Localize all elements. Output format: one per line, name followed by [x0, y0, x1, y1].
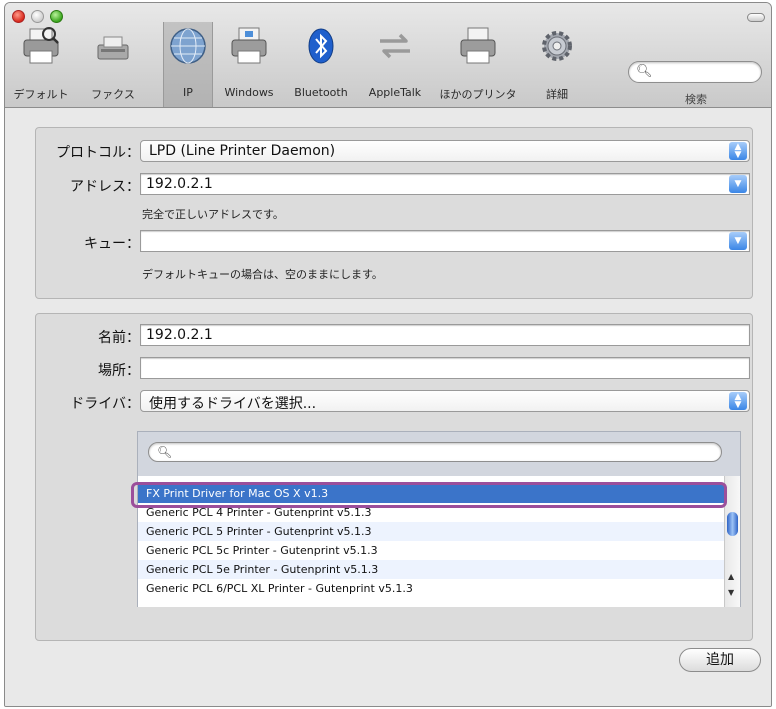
- queue-label: キュー：: [84, 236, 140, 252]
- driver-list-item[interactable]: Generic PCL 5 Printer - Gutenprint v5.1.…: [138, 522, 724, 541]
- toolbar-search[interactable]: 🔍︎: [628, 61, 762, 83]
- location-label: 場所：: [98, 363, 140, 379]
- toolbar-item-ip[interactable]: IP: [163, 22, 213, 107]
- driver-list-item[interactable]: Generic PCL 5c Printer - Gutenprint v5.1…: [138, 541, 724, 560]
- toolbar: デフォルト ファクス IP Windows Bluetooth AppleTal…: [5, 3, 771, 108]
- driver-list-panel: 🔍︎ FX Print Driver for Mac OS X v1.3 Gen…: [131, 431, 741, 607]
- protocol-value: LPD (Line Printer Daemon): [149, 143, 336, 159]
- other-printer-icon: [460, 27, 496, 64]
- toolbar-label-fax: ファクス: [91, 88, 135, 101]
- bluetooth-icon: [308, 28, 334, 64]
- name-label: 名前：: [98, 330, 140, 346]
- windows-printer-icon: [231, 27, 267, 64]
- driver-search-input[interactable]: 🔍︎: [148, 442, 722, 462]
- scroll-up-icon[interactable]: ▲: [728, 572, 734, 581]
- toolbar-label-appletalk: AppleTalk: [368, 86, 422, 99]
- protocol-label: プロトコル：: [56, 145, 140, 161]
- protocol-popup[interactable]: LPD (Line Printer Daemon) ▲ ▼: [140, 140, 750, 162]
- search-caption: 検索: [685, 93, 707, 106]
- connection-group: プロトコル： LPD (Line Printer Daemon) ▲ ▼ アドレス…: [35, 127, 753, 299]
- toolbar-label-windows: Windows: [224, 86, 274, 99]
- toolbar-label-bluetooth: Bluetooth: [294, 86, 348, 99]
- name-field[interactable]: 192.0.2.1: [140, 324, 750, 346]
- address-value: 192.0.2.1: [146, 176, 213, 192]
- address-hint: 完全で正しいアドレスです。: [142, 208, 284, 221]
- popup-arrows-icon: ▲ ▼: [729, 392, 747, 410]
- toolbar-label-default: デフォルト: [13, 88, 69, 101]
- add-button[interactable]: 追加: [679, 648, 761, 672]
- address-field[interactable]: 192.0.2.1 ▼: [140, 173, 750, 195]
- content-area: プロトコル： LPD (Line Printer Daemon) ▲ ▼ アドレス…: [5, 109, 771, 706]
- close-window-button[interactable]: [12, 10, 25, 23]
- toolbar-item-bluetooth[interactable]: Bluetooth: [285, 25, 357, 103]
- chevron-down-icon[interactable]: ▼: [729, 175, 747, 193]
- default-printer-icon: [23, 27, 59, 64]
- queue-field[interactable]: ▼: [140, 230, 750, 252]
- fax-icon: [97, 36, 129, 60]
- scrollbar-thumb[interactable]: [727, 512, 738, 536]
- toolbar-item-appletalk[interactable]: AppleTalk: [357, 25, 433, 103]
- popup-arrows-icon: ▲ ▼: [729, 142, 747, 160]
- scroll-down-icon[interactable]: ▼: [728, 588, 734, 597]
- zoom-window-button[interactable]: [50, 10, 63, 23]
- toolbar-item-other-printers[interactable]: ほかのプリンタ: [435, 25, 521, 103]
- toolbar-item-fax[interactable]: ファクス: [77, 25, 149, 103]
- toolbar-toggle-button[interactable]: [747, 13, 765, 22]
- selection-highlight-outline: [131, 482, 727, 508]
- minimize-window-button[interactable]: [31, 10, 44, 23]
- appletalk-icon: [380, 33, 410, 59]
- toolbar-label-ip: IP: [183, 86, 193, 99]
- chevron-down-icon[interactable]: ▼: [729, 232, 747, 250]
- toolbar-item-windows[interactable]: Windows: [213, 25, 285, 103]
- driver-value: 使用するドライバを選択...: [149, 396, 317, 412]
- location-field[interactable]: [140, 357, 750, 379]
- gear-icon: [542, 31, 572, 61]
- search-icon: 🔍︎: [636, 64, 653, 79]
- search-icon: 🔍︎: [157, 445, 173, 459]
- toolbar-item-default[interactable]: デフォルト: [5, 25, 77, 103]
- driver-list-item[interactable]: Generic PCL 6/PCL XL Printer - Gutenprin…: [138, 579, 724, 598]
- address-label: アドレス：: [70, 179, 140, 195]
- toolbar-label-other-printers: ほかのプリンタ: [439, 88, 517, 101]
- driver-label: ドライバ：: [70, 396, 140, 412]
- add-printer-window: デフォルト ファクス IP Windows Bluetooth AppleTal…: [4, 2, 772, 707]
- driver-list-item[interactable]: Generic PCL 5e Printer - Gutenprint v5.1…: [138, 560, 724, 579]
- toolbar-label-advanced: 詳細: [546, 88, 568, 101]
- driver-popup[interactable]: 使用するドライバを選択... ▲ ▼: [140, 390, 750, 412]
- toolbar-item-advanced[interactable]: 詳細: [527, 25, 587, 103]
- globe-icon: [170, 28, 206, 64]
- queue-hint: デフォルトキューの場合は、空のままにします。: [142, 268, 383, 281]
